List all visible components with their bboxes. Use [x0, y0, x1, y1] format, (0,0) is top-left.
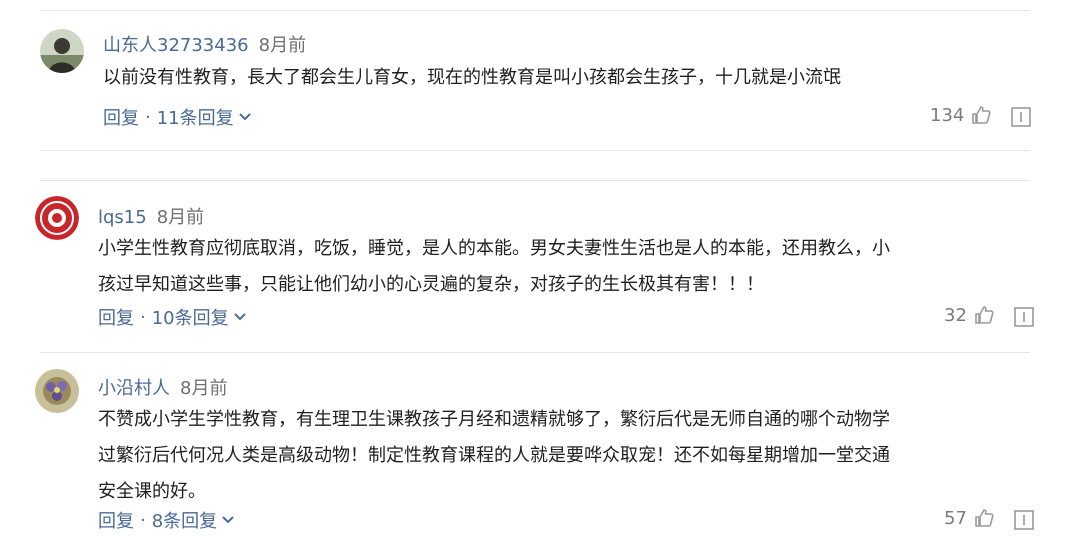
- report-icon[interactable]: [1010, 106, 1032, 128]
- report-icon[interactable]: [1013, 509, 1035, 531]
- reply-label: 回复: [103, 108, 139, 129]
- comment-line: 过繁衍后代何况人类是高级动物！制定性教育课程的人就是要哗众取宠！还不如每星期增加…: [98, 445, 890, 466]
- comment-text: 不赞成小学生学性教育，有生理卫生课教孩子月经和遗精就够了，繁衍后代是无师自通的哪…: [98, 402, 890, 510]
- divider: [40, 10, 1030, 11]
- reply-button[interactable]: 回复 · 8条回复: [98, 507, 237, 533]
- reply-button[interactable]: 回复 · 11条回复: [103, 104, 254, 130]
- comment-header: lqs15 8月前: [98, 203, 204, 229]
- comment-time: 8月前: [258, 35, 307, 56]
- like-count: 32: [944, 304, 967, 326]
- chevron-down-icon: [233, 313, 246, 321]
- reply-label: 回复: [98, 511, 134, 532]
- avatar[interactable]: [35, 369, 79, 413]
- avatar[interactable]: [35, 196, 79, 240]
- like-count: 134: [930, 104, 965, 126]
- like-button[interactable]: 134: [930, 104, 992, 126]
- replies-count: 8条回复: [151, 511, 218, 532]
- comment-line: 孩过早知道这些事，只能让他们幼小的心灵遍的复杂，对孩子的生长极其有害！！！: [98, 274, 764, 295]
- avatar[interactable]: [40, 29, 84, 73]
- comment-time: 8月前: [156, 207, 205, 228]
- comment-line: 小学生性教育应彻底取消，吃饭，睡觉，是人的本能。男女夫妻性生活也是人的本能，还用…: [98, 238, 890, 259]
- comment-text: 小学生性教育应彻底取消，吃饭，睡觉，是人的本能。男女夫妻性生活也是人的本能，还用…: [98, 231, 890, 303]
- comment-line: 不赞成小学生学性教育，有生理卫生课教孩子月经和遗精就够了，繁衍后代是无师自通的哪…: [98, 409, 890, 430]
- comment-line: 安全课的好。: [98, 481, 206, 502]
- dot-separator: ·: [145, 106, 151, 128]
- report-icon[interactable]: [1013, 306, 1035, 328]
- thumbs-up-icon: [975, 306, 994, 324]
- divider: [40, 180, 1030, 181]
- dot-separator: ·: [140, 509, 146, 531]
- reply-label: 回复: [98, 308, 134, 329]
- divider: [40, 352, 1030, 353]
- like-count: 57: [944, 507, 967, 529]
- comment-time: 8月前: [180, 378, 228, 399]
- divider: [40, 150, 1030, 151]
- replies-count: 10条回复: [151, 308, 229, 329]
- comment-text: 以前没有性教育，長大了都会生儿育女，现在的性教育是叫小孩都会生孩子，十几就是小流…: [103, 60, 841, 96]
- flower-avatar-icon: [35, 369, 79, 413]
- comment-header: 山东人32733436 8月前: [103, 31, 306, 57]
- comment-line: 以前没有性教育，長大了都会生儿育女，现在的性教育是叫小孩都会生孩子，十几就是小流…: [103, 67, 841, 88]
- reply-button[interactable]: 回复 · 10条回复: [98, 304, 249, 330]
- replies-count: 11条回复: [156, 108, 234, 129]
- user-photo-avatar-icon: [40, 29, 84, 73]
- red-emblem-avatar-icon: [35, 196, 79, 240]
- thumbs-up-icon: [972, 106, 991, 124]
- chevron-down-icon: [238, 113, 251, 121]
- like-button[interactable]: 57: [944, 507, 995, 529]
- username[interactable]: lqs15: [98, 207, 147, 228]
- username[interactable]: 山东人32733436: [103, 35, 249, 56]
- like-button[interactable]: 32: [944, 304, 995, 326]
- comment-header: 小沿村人 8月前: [98, 374, 227, 400]
- thumbs-up-icon: [975, 509, 994, 527]
- dot-separator: ·: [140, 306, 146, 328]
- username[interactable]: 小沿村人: [98, 378, 170, 399]
- chevron-down-icon: [222, 516, 234, 524]
